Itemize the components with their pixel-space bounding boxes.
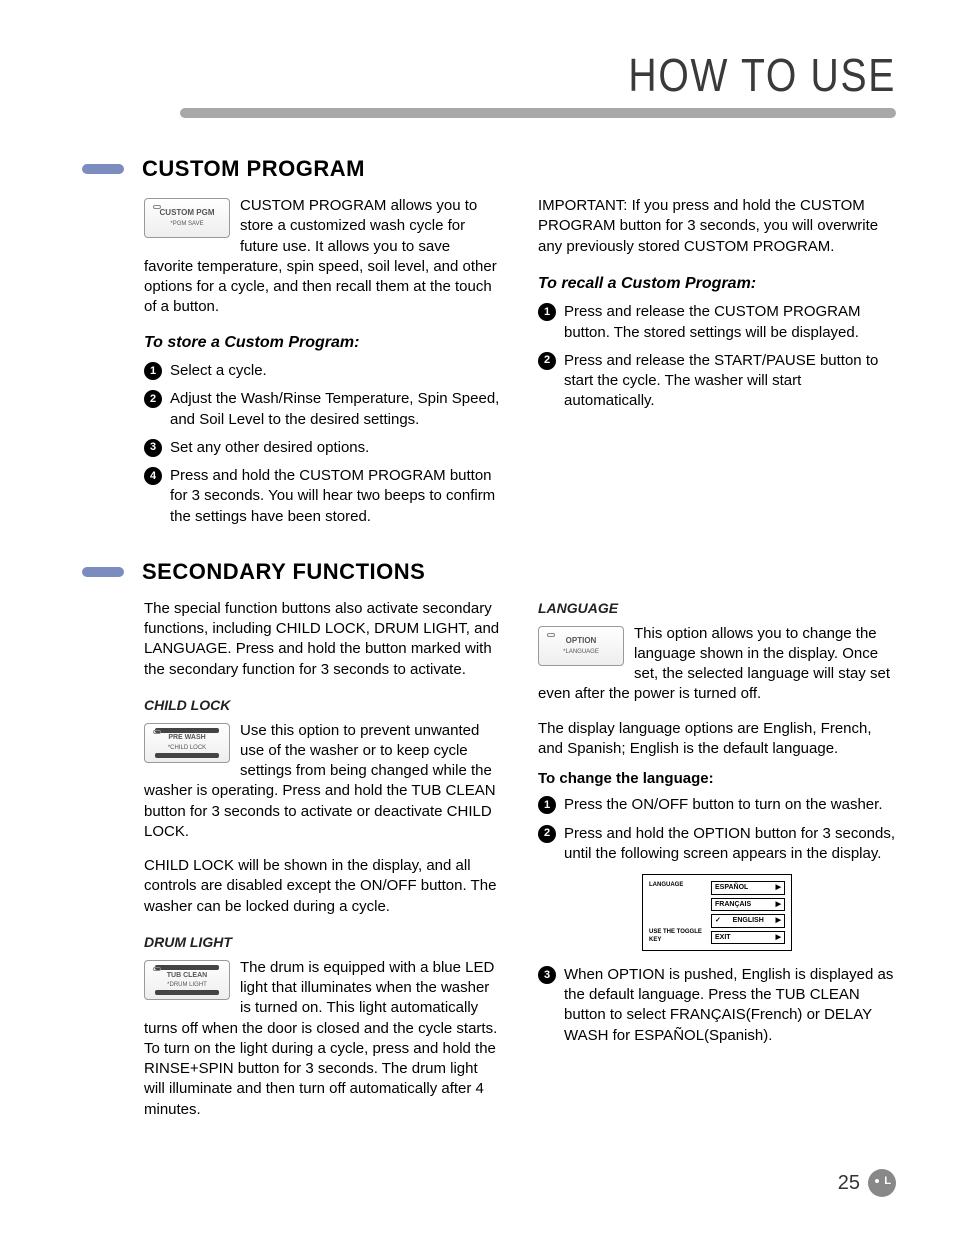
recall-step: 2 Press and release the START/PAUSE butto…	[538, 351, 896, 412]
step-text: When OPTION is pushed, English is displa…	[564, 965, 896, 1046]
store-heading: To store a Custom Program:	[144, 332, 502, 354]
step-number-icon: 3	[144, 439, 162, 457]
page-footer: 25 L	[838, 1169, 896, 1197]
section-header-secondary: SECONDARY FUNCTIONS	[60, 559, 896, 585]
recall-heading: To recall a Custom Program:	[538, 273, 896, 295]
custom-pgm-button-graphic: CUSTOM PGM *PGM SAVE	[144, 198, 230, 238]
step-number-icon: 1	[144, 362, 162, 380]
language-heading: LANGUAGE	[538, 599, 896, 618]
section-bullet	[82, 164, 124, 174]
store-step: 2 Adjust the Wash/Rinse Temperature, Spin…	[144, 389, 502, 430]
option-button-graphic: OPTION *LANGUAGE	[538, 626, 624, 666]
step-text: Press and hold the OPTION button for 3 s…	[564, 824, 896, 865]
btn-label: PRE WASH	[168, 733, 205, 742]
page-title: HOW TO USE	[185, 48, 896, 102]
page-number: 25	[838, 1172, 860, 1195]
step-text: Press and hold the CUSTOM PROGRAM button…	[170, 466, 502, 527]
btn-sublabel: *DRUM LIGHT	[167, 981, 207, 989]
btn-sublabel: *PGM SAVE	[170, 220, 203, 228]
step-text: Press and release the START/PAUSE button…	[564, 351, 896, 412]
step-number-icon: 3	[538, 966, 556, 984]
btn-label: CUSTOM PGM	[160, 208, 215, 219]
section-title-custom: CUSTOM PROGRAM	[142, 156, 365, 182]
drumlight-heading: DRUM LIGHT	[144, 933, 502, 952]
btn-label: TUB CLEAN	[167, 971, 207, 980]
btn-sublabel: *LANGUAGE	[563, 648, 599, 656]
secondary-left-col: The special function buttons also activa…	[144, 599, 502, 1134]
section-header-custom: CUSTOM PROGRAM	[60, 156, 896, 182]
lang-step: 2 Press and hold the OPTION button for 3 …	[538, 824, 896, 865]
header-rule	[180, 108, 896, 118]
secondary-intro: The special function buttons also activa…	[144, 599, 502, 680]
language-options-line: The display language options are English…	[538, 719, 896, 760]
lang-option-selected: ENGLISH▶	[711, 914, 785, 927]
custom-right-col: IMPORTANT: If you press and hold the CUS…	[538, 196, 896, 535]
step-number-icon: 2	[538, 352, 556, 370]
screen-label-top: LANGUAGE	[649, 881, 705, 889]
btn-sublabel: *CHILD LOCK	[168, 744, 206, 752]
language-options-list: ESPAÑOL▶ FRANÇAIS▶ ENGLISH▶ EXIT▶	[711, 881, 785, 944]
lang-step: 3 When OPTION is pushed, English is displ…	[538, 965, 896, 1046]
btn-label: OPTION	[566, 636, 597, 647]
step-number-icon: 2	[144, 390, 162, 408]
section-title-secondary: SECONDARY FUNCTIONS	[142, 559, 425, 585]
childlock-heading: CHILD LOCK	[144, 696, 502, 715]
lg-logo-icon: L	[868, 1169, 896, 1197]
custom-left-col: CUSTOM PGM *PGM SAVE CUSTOM PROGRAM allo…	[144, 196, 502, 535]
lang-option: FRANÇAIS▶	[711, 898, 785, 911]
store-step: 3 Set any other desired options.	[144, 438, 502, 458]
childlock-p2: CHILD LOCK will be shown in the display,…	[144, 856, 502, 917]
step-text: Select a cycle.	[170, 361, 502, 381]
section-bullet	[82, 567, 124, 577]
secondary-right-col: LANGUAGE OPTION *LANGUAGE This option al…	[538, 599, 896, 1134]
step-text: Press the ON/OFF button to turn on the w…	[564, 795, 896, 815]
step-number-icon: 2	[538, 825, 556, 843]
screen-label-bottom: USE THE TOGGLE KEY	[649, 928, 705, 944]
important-note: IMPORTANT: If you press and hold the CUS…	[538, 196, 896, 257]
arrow-right-icon: ▶	[776, 900, 781, 909]
arrow-right-icon: ▶	[776, 916, 781, 925]
store-step: 1 Select a cycle.	[144, 361, 502, 381]
arrow-right-icon: ▶	[776, 883, 781, 892]
step-number-icon: 1	[538, 303, 556, 321]
prewash-button-graphic: PRE WASH *CHILD LOCK	[144, 723, 230, 763]
store-step: 4 Press and hold the CUSTOM PROGRAM butto…	[144, 466, 502, 527]
change-language-heading: To change the language:	[538, 769, 896, 789]
tubclean-button-graphic: TUB CLEAN *DRUM LIGHT	[144, 960, 230, 1000]
step-text: Adjust the Wash/Rinse Temperature, Spin …	[170, 389, 502, 430]
step-text: Set any other desired options.	[170, 438, 502, 458]
arrow-right-icon: ▶	[776, 933, 781, 942]
language-display-screen: LANGUAGE USE THE TOGGLE KEY ESPAÑOL▶ FRA…	[642, 874, 792, 951]
lang-option: EXIT▶	[711, 931, 785, 944]
lang-option: ESPAÑOL▶	[711, 881, 785, 894]
step-number-icon: 4	[144, 467, 162, 485]
step-number-icon: 1	[538, 796, 556, 814]
recall-step: 1 Press and release the CUSTOM PROGRAM bu…	[538, 302, 896, 343]
step-text: Press and release the CUSTOM PROGRAM but…	[564, 302, 896, 343]
lang-step: 1 Press the ON/OFF button to turn on the …	[538, 795, 896, 815]
